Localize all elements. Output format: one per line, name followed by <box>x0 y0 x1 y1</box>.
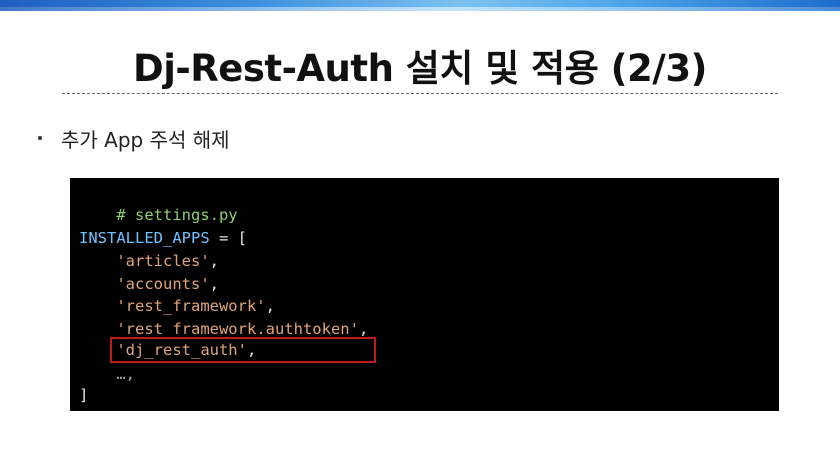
code-variable-name: INSTALLED_APPS <box>79 229 210 247</box>
code-comma: , <box>209 275 219 293</box>
code-list-item: 'rest_framework', <box>79 295 275 318</box>
code-close-bracket: ] <box>79 386 89 404</box>
code-comma: , <box>209 252 219 270</box>
code-ellipsis: …, <box>116 365 135 383</box>
code-comma: , <box>265 297 275 315</box>
code-string: 'articles' <box>116 252 210 270</box>
code-string: 'rest_framework.authtoken' <box>116 320 359 338</box>
code-comment: # settings.py <box>116 206 238 224</box>
code-ellipsis-line: …, <box>79 363 135 386</box>
title-divider <box>62 93 778 94</box>
highlight-box <box>110 337 376 363</box>
code-comma: , <box>358 320 369 338</box>
bullet-text: 추가 App 주석 해제 <box>61 127 230 152</box>
bullet-item: 추가 App 주석 해제 <box>38 124 230 152</box>
top-decorative-band <box>0 0 840 11</box>
code-assign-line: INSTALLED_APPS = [ <box>79 227 247 250</box>
code-list-item: 'articles', <box>79 250 219 273</box>
slide-title: Dj-Rest-Auth 설치 및 적용 (2/3) <box>133 47 707 90</box>
code-block: # settings.py INSTALLED_APPS = [ 'articl… <box>70 178 779 411</box>
code-string: 'accounts' <box>116 275 210 293</box>
bullet-dot-icon <box>38 136 42 140</box>
code-comment-line: # settings.py <box>79 181 237 224</box>
code-string: 'rest_framework' <box>116 297 266 315</box>
code-assign-operator: = [ <box>209 229 247 247</box>
code-list-item: 'accounts', <box>79 273 219 296</box>
code-close-line: ] <box>79 384 88 407</box>
